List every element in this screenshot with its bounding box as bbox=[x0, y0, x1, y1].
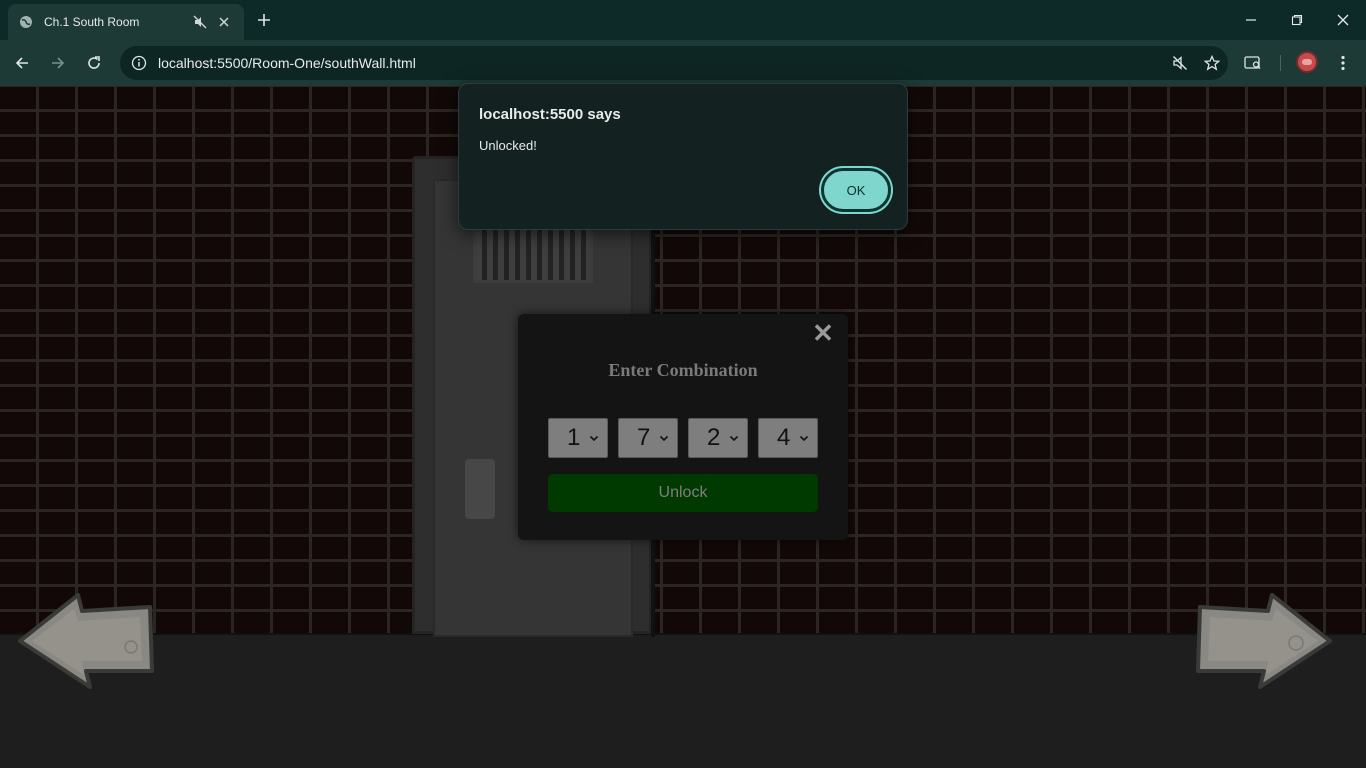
chevron-down-icon bbox=[659, 433, 669, 443]
browser-toolbar: localhost:5500/Room-One/southWall.html bbox=[0, 40, 1366, 86]
unlock-button[interactable]: Unlock bbox=[548, 474, 818, 512]
forward-icon bbox=[52, 57, 65, 69]
forward-button[interactable] bbox=[43, 48, 73, 78]
dial-2-select[interactable]: 7 bbox=[618, 418, 678, 458]
tab-strip: Ch.1 South Room bbox=[0, 0, 1366, 40]
profile-avatar[interactable] bbox=[1296, 51, 1318, 73]
close-tab-icon[interactable] bbox=[214, 12, 234, 32]
mute-icon[interactable] bbox=[190, 12, 210, 32]
alert-origin: localhost:5500 says bbox=[479, 106, 621, 123]
floor bbox=[0, 633, 1366, 768]
dial-4-value: 4 bbox=[777, 424, 791, 451]
back-icon bbox=[15, 57, 28, 69]
url-text[interactable]: localhost:5500/Room-One/southWall.html bbox=[158, 55, 1164, 71]
modal-heading: Enter Combination bbox=[608, 360, 758, 380]
dial-4-select[interactable]: 4 bbox=[758, 418, 818, 458]
new-tab-button[interactable] bbox=[252, 8, 276, 32]
address-bar[interactable]: localhost:5500/Room-One/southWall.html bbox=[120, 46, 1228, 80]
alert-message: Unlocked! bbox=[479, 138, 537, 153]
dial-2-value: 7 bbox=[637, 424, 651, 451]
site-mute-icon[interactable] bbox=[1164, 47, 1196, 79]
reload-icon bbox=[88, 56, 100, 69]
alert-dialog: localhost:5500 says Unlocked! OK bbox=[458, 83, 908, 230]
site-info-icon[interactable] bbox=[122, 46, 156, 80]
back-button[interactable] bbox=[7, 48, 37, 78]
toolbar-separator bbox=[1280, 55, 1281, 71]
close-window-button[interactable] bbox=[1320, 0, 1366, 40]
alert-ok-button[interactable]: OK bbox=[821, 168, 891, 212]
reload-button[interactable] bbox=[79, 48, 109, 78]
star-icon[interactable] bbox=[1196, 47, 1228, 79]
dial-3-select[interactable]: 2 bbox=[688, 418, 748, 458]
modal-close-button[interactable]: ✕ bbox=[812, 320, 834, 346]
dial-1-value: 1 bbox=[567, 424, 581, 451]
combination-dials: 1 7 2 4 bbox=[548, 418, 818, 458]
chevron-down-icon bbox=[799, 433, 809, 443]
restore-button[interactable] bbox=[1274, 0, 1320, 40]
globe-icon bbox=[18, 14, 34, 30]
browser-tab[interactable]: Ch.1 South Room bbox=[8, 4, 244, 40]
minimize-button[interactable] bbox=[1228, 0, 1274, 40]
door-handle[interactable] bbox=[465, 459, 495, 519]
right-arrow-stone[interactable] bbox=[1196, 591, 1334, 691]
tab-title: Ch.1 South Room bbox=[44, 15, 140, 29]
dial-1-select[interactable]: 1 bbox=[548, 418, 608, 458]
menu-icon[interactable] bbox=[1328, 48, 1358, 78]
chevron-down-icon bbox=[729, 433, 739, 443]
dial-3-value: 2 bbox=[707, 424, 721, 451]
combination-modal: ✕ Enter Combination 1 7 2 4 Unlock bbox=[518, 314, 848, 540]
chevron-down-icon bbox=[589, 433, 599, 443]
left-arrow-stone[interactable] bbox=[16, 591, 154, 691]
tab-search-icon[interactable] bbox=[1238, 48, 1268, 78]
